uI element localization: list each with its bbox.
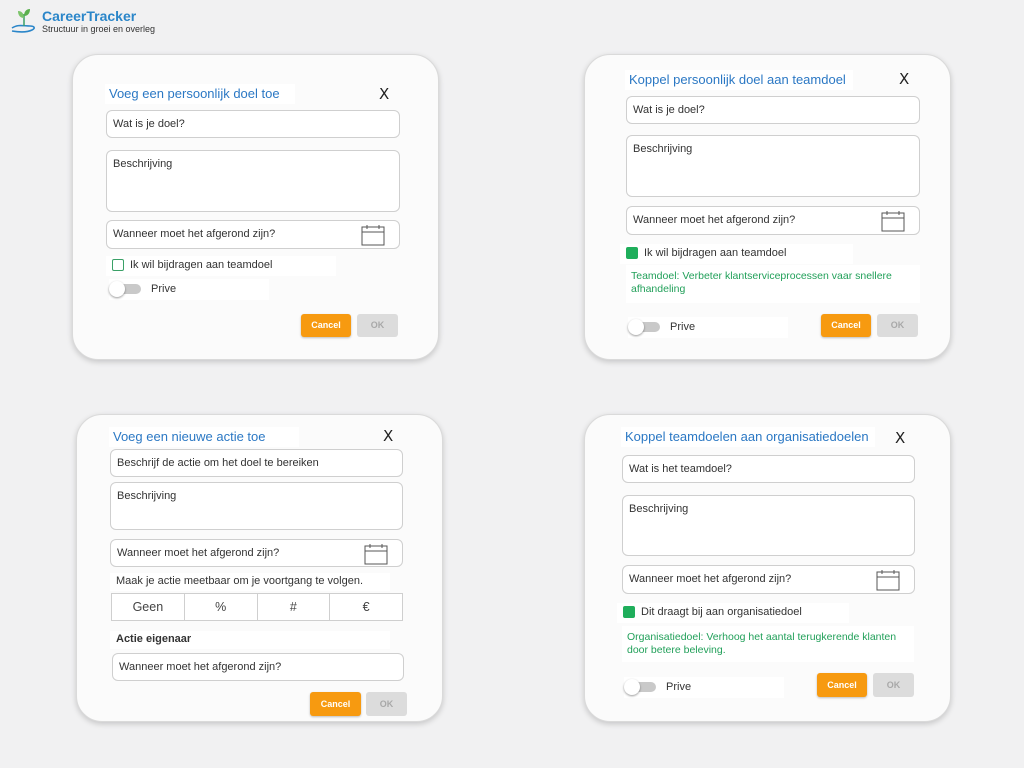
contribute-checkbox-row[interactable]: Ik wil bijdragen aan teamdoel [106, 256, 336, 276]
calendar-icon[interactable] [364, 543, 388, 565]
due-date-input[interactable]: Wanneer moet het afgerond zijn? [626, 206, 920, 235]
calendar-icon[interactable] [361, 224, 385, 246]
due-date-placeholder: Wanneer moet het afgerond zijn? [117, 547, 280, 559]
description-input[interactable]: Beschrijving [626, 135, 920, 197]
due-date-placeholder: Wanneer moet het afgerond zijn? [633, 214, 796, 226]
app-logo: CareerTracker Structuur in groei en over… [8, 4, 208, 38]
measure-option-euro[interactable]: € [330, 594, 402, 620]
contribute-label: Ik wil bijdragen aan teamdoel [644, 247, 787, 259]
dialog-title: Koppel persoonlijk doel aan teamdoel [625, 70, 853, 90]
ok-button[interactable]: OK [357, 314, 398, 337]
private-toggle[interactable] [628, 319, 660, 335]
private-toggle-row: Prive [628, 317, 788, 338]
contribute-label: Dit draagt bij aan organisatiedoel [641, 606, 802, 618]
contribute-checkbox[interactable] [112, 259, 124, 272]
due-date-placeholder: Wanneer moet het afgerond zijn? [113, 228, 276, 240]
team-goal-input[interactable]: Wat is het teamdoel? [622, 455, 915, 483]
action-input[interactable]: Beschrijf de actie om het doel te bereik… [110, 449, 403, 477]
org-goal-text: Organisatiedoel: Verhoog het aantal teru… [622, 626, 914, 662]
dialog-new-action: Voeg een nieuwe actie toe X Beschrijf de… [76, 414, 443, 722]
dialog-title: Voeg een nieuwe actie toe [109, 427, 299, 447]
calendar-icon[interactable] [876, 569, 900, 591]
calendar-icon[interactable] [881, 210, 905, 232]
dialog-title: Koppel teamdoelen aan organisatiedoelen [621, 427, 875, 447]
cancel-button[interactable]: Cancel [301, 314, 351, 337]
close-button[interactable]: X [895, 431, 905, 446]
description-input[interactable]: Beschrijving [106, 150, 400, 212]
cancel-button[interactable]: Cancel [817, 673, 867, 697]
ok-button[interactable]: OK [366, 692, 407, 716]
due-date-placeholder: Wanneer moet het afgerond zijn? [629, 573, 792, 585]
private-label: Prive [666, 681, 692, 693]
action-owner-label: Actie eigenaar [110, 631, 390, 649]
app-name: CareerTracker [42, 8, 137, 24]
description-input[interactable]: Beschrijving [622, 495, 915, 556]
measure-option-none[interactable]: Geen [112, 594, 185, 620]
measure-segmented-control: Geen % # € [111, 593, 403, 621]
goal-input[interactable]: Wat is je doel? [626, 96, 920, 124]
dialog-link-team-goal: Koppel persoonlijk doel aan teamdoel X W… [584, 54, 951, 360]
dialog-link-org-goal: Koppel teamdoelen aan organisatiedoelen … [584, 414, 951, 722]
close-button[interactable]: X [383, 429, 393, 444]
ok-button[interactable]: OK [873, 673, 914, 697]
plant-hand-icon [11, 9, 35, 33]
contribute-checkbox-row[interactable]: Ik wil bijdragen aan teamdoel [620, 244, 853, 264]
goal-input[interactable]: Wat is je doel? [106, 110, 400, 138]
due-date-input[interactable]: Wanneer moet het afgerond zijn? [622, 565, 915, 594]
private-toggle-row: Prive [624, 677, 784, 698]
contribute-checkbox[interactable] [623, 606, 635, 619]
measure-option-count[interactable]: # [258, 594, 331, 620]
dialog-personal-goal: Voeg een persoonlijk doel toe X Wat is j… [72, 54, 439, 360]
private-toggle[interactable] [624, 679, 656, 695]
app-tagline: Structuur in groei en overleg [42, 24, 156, 34]
due-date-input[interactable]: Wanneer moet het afgerond zijn? [110, 539, 403, 567]
due-date-input[interactable]: Wanneer moet het afgerond zijn? [106, 220, 400, 249]
action-owner-input[interactable]: Wanneer moet het afgerond zijn? [112, 653, 404, 681]
private-label: Prive [670, 321, 696, 333]
measurable-hint: Maak je actie meetbaar om je voortgang t… [110, 573, 390, 591]
team-goal-text: Teamdoel: Verbeter klantserviceprocessen… [626, 265, 920, 303]
contribute-label: Ik wil bijdragen aan teamdoel [130, 259, 273, 271]
ok-button[interactable]: OK [877, 314, 918, 337]
dialog-title: Voeg een persoonlijk doel toe [105, 84, 295, 104]
cancel-button[interactable]: Cancel [310, 692, 361, 716]
private-label: Prive [151, 283, 177, 295]
contribute-checkbox[interactable] [626, 247, 638, 260]
private-toggle[interactable] [109, 281, 141, 297]
description-input[interactable]: Beschrijving [110, 482, 403, 530]
private-toggle-row: Prive [109, 279, 269, 300]
measure-option-percent[interactable]: % [185, 594, 258, 620]
contribute-checkbox-row[interactable]: Dit draagt bij aan organisatiedoel [617, 603, 849, 623]
cancel-button[interactable]: Cancel [821, 314, 871, 337]
close-button[interactable]: X [379, 87, 389, 102]
close-button[interactable]: X [899, 72, 909, 87]
